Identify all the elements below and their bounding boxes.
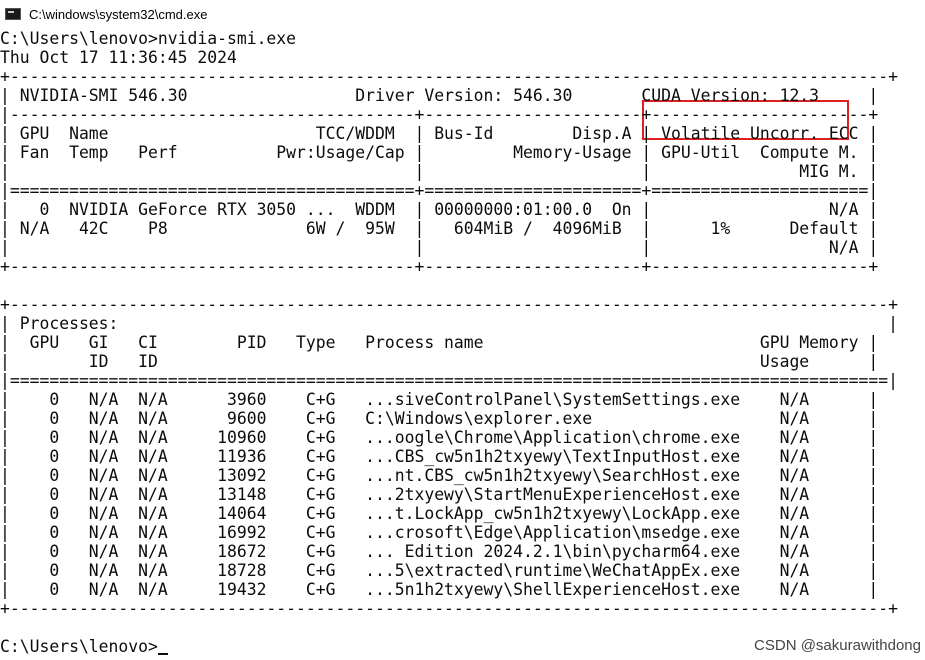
console-line: | 0 N/A N/A 13092 C+G ...nt.CBS_cw5n1h2t… <box>0 466 879 485</box>
console-line: | N/A 42C P8 6W / 95W | 604MiB / 4096MiB… <box>0 219 879 238</box>
console-line: +---------------------------------------… <box>0 599 898 618</box>
console-line: Thu Oct 17 11:36:45 2024 <box>0 48 237 67</box>
console-line: | Processes: | <box>0 314 898 333</box>
console-line: |=======================================… <box>0 371 898 390</box>
console-line: | 0 N/A N/A 14064 C+G ...t.LockApp_cw5n1… <box>0 504 879 523</box>
console-line: +---------------------------------------… <box>0 295 898 314</box>
watermark: CSDN @sakurawithdong <box>754 637 921 654</box>
console-line: | Fan Temp Perf Pwr:Usage/Cap | Memory-U… <box>0 143 879 162</box>
console-line: |=======================================… <box>0 181 879 200</box>
console-line: | 0 N/A N/A 18672 C+G ... Edition 2024.2… <box>0 542 879 561</box>
title-bar[interactable]: C:\windows\system32\cmd.exe <box>0 0 925 28</box>
console-line: | | | N/A | <box>0 238 879 257</box>
window-title: C:\windows\system32\cmd.exe <box>29 6 208 22</box>
cmd-window: C:\windows\system32\cmd.exe C:\Users\len… <box>0 0 925 660</box>
command-prompt[interactable]: C:\Users\lenovo> <box>0 637 168 656</box>
console-icon <box>5 8 21 20</box>
console-line: +---------------------------------------… <box>0 67 898 86</box>
console-line: | 0 NVIDIA GeForce RTX 3050 ... WDDM | 0… <box>0 200 879 219</box>
text-cursor <box>157 653 168 655</box>
console-line: | 0 N/A N/A 9600 C+G C:\Windows\explorer… <box>0 409 879 428</box>
console-line: | GPU GI CI PID Type Process name GPU Me… <box>0 333 879 352</box>
console-output[interactable]: C:\Users\lenovo>nvidia-smi.exe Thu Oct 17… <box>0 28 925 660</box>
console-line: | 0 N/A N/A 19432 C+G ...5n1h2txyewy\She… <box>0 580 879 599</box>
console-line: | ID ID Usage | <box>0 352 879 371</box>
console-line: | 0 N/A N/A 13148 C+G ...2txyewy\StartMe… <box>0 485 879 504</box>
console-line: +---------------------------------------… <box>0 257 879 276</box>
console-line: | 0 N/A N/A 16992 C+G ...crosoft\Edge\Ap… <box>0 523 879 542</box>
console-line: | 0 N/A N/A 10960 C+G ...oogle\Chrome\Ap… <box>0 428 879 447</box>
console-line: |---------------------------------------… <box>0 105 879 124</box>
console-line: | 0 N/A N/A 3960 C+G ...siveControlPanel… <box>0 390 879 409</box>
console-line: | NVIDIA-SMI 546.30 Driver Version: 546.… <box>0 86 879 105</box>
console-line: | | | MIG M. | <box>0 162 879 181</box>
console-line: | GPU Name TCC/WDDM | Bus-Id Disp.A | Vo… <box>0 124 879 143</box>
console-line: | 0 N/A N/A 18728 C+G ...5\extracted\run… <box>0 561 879 580</box>
console-line: C:\Users\lenovo>nvidia-smi.exe <box>0 29 297 48</box>
console-line: | 0 N/A N/A 11936 C+G ...CBS_cw5n1h2txye… <box>0 447 879 466</box>
